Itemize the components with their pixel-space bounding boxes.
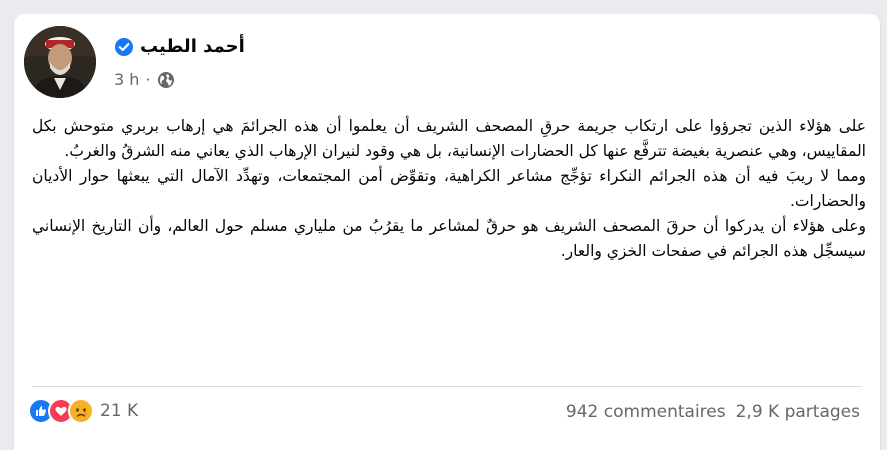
meta-separator: · (145, 70, 151, 89)
globe-icon[interactable] (157, 71, 175, 89)
avatar-photo (24, 26, 96, 98)
divider (32, 386, 862, 387)
shares-count[interactable]: 2,9 K partages (736, 402, 860, 422)
reactions-count[interactable]: 21 K (100, 401, 138, 421)
post-meta: 3 h · (114, 70, 175, 89)
post-paragraph: على هؤلاء الذين تجرؤوا على ارتكاب جريمة … (32, 117, 866, 160)
post-header: أحمد الطيب 3 h · (14, 14, 880, 104)
post-card: أحمد الطيب 3 h · على هؤلاء الذين تجرؤوا … (14, 14, 880, 450)
post-stats: 21 K 942 commentaires 2,9 K partages (14, 394, 880, 434)
post-time[interactable]: 3 h (114, 70, 139, 89)
avatar[interactable] (24, 26, 96, 98)
verified-badge-icon (114, 37, 134, 57)
author-line: أحمد الطيب (114, 36, 245, 57)
post-body: على هؤلاء الذين تجرؤوا على ارتكاب جريمة … (32, 114, 866, 264)
post-paragraph: ومما لا ريبَ فيه أن هذه الجرائم النكراء … (32, 167, 866, 210)
sad-icon (68, 398, 94, 424)
author-name[interactable]: أحمد الطيب (140, 36, 245, 57)
post-paragraph: وعلى هؤلاء أن يدركوا أن حرقَ المصحف الشر… (32, 217, 866, 260)
reactions-summary[interactable]: 21 K (28, 398, 138, 424)
engagement-counts: 942 commentaires 2,9 K partages (566, 402, 860, 422)
comments-count[interactable]: 942 commentaires (566, 402, 726, 422)
